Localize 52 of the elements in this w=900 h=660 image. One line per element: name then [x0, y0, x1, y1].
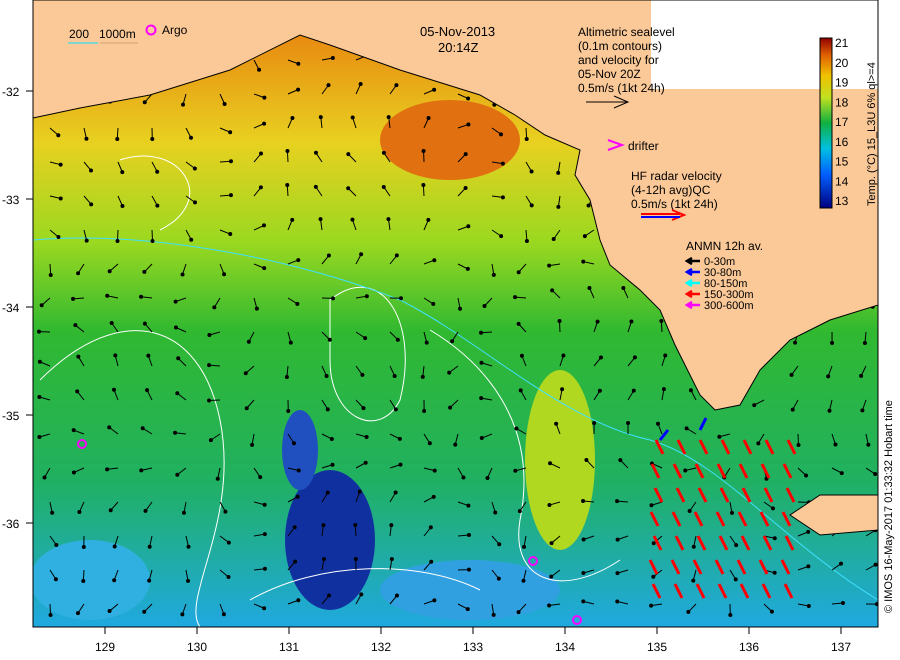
colorbar-tick-label: 20: [835, 56, 848, 70]
colorbar-tick-label: 15: [835, 154, 848, 168]
colorbar-tick-label: 14: [835, 174, 848, 188]
latitude-tick-label: -35: [2, 409, 20, 423]
depth-range-label: 30-80m: [704, 267, 742, 279]
longitude-tick-label: 129: [94, 640, 116, 654]
velocity-scale-arrow-icon: [586, 96, 630, 108]
altimetry-legend-text: and velocity for: [578, 53, 659, 67]
depth-range-label: 0-30m: [704, 256, 736, 268]
colorbar-tick-label: 21: [835, 36, 848, 50]
radar-legend-text: (4-12h avg)QC: [631, 183, 710, 197]
altimetry-legend-text: 05-Nov 20Z: [578, 67, 641, 81]
argo-marker-icon: [77, 439, 87, 449]
latitude-tick-label: -34: [2, 301, 20, 315]
drifter-label: drifter: [628, 139, 659, 153]
argo-marker-icon: [528, 556, 538, 566]
colorbar-tick-label: 16: [835, 134, 848, 149]
altimetry-legend-text: (0.1m contours): [578, 39, 662, 53]
colorbar-tick-label: 19: [835, 76, 848, 90]
latitude-tick-label: -33: [2, 193, 20, 207]
latitude-tick-label: -32: [2, 85, 20, 99]
credit-text: © IMOS 16-May-2017 01:33:32 Hobart time: [883, 400, 895, 613]
altimetry-legend-text: 0.5m/s (1kt 24h): [578, 81, 665, 95]
colorbar-tick-label: 13: [835, 194, 848, 208]
argo-legend-icon: [146, 24, 156, 36]
longitude-tick-label: 131: [278, 640, 300, 654]
longitude-tick-label: 136: [738, 640, 760, 654]
argo-label: Argo: [162, 23, 188, 37]
map-date: 05-Nov-2013: [420, 24, 496, 39]
radar-legend-text: HF radar velocity: [631, 169, 722, 183]
longitude-tick-label: 132: [370, 640, 392, 654]
drifter-icon: [608, 139, 625, 151]
colorbar-tick-label: 17: [835, 115, 848, 129]
depth-range-label: 80-150m: [704, 278, 748, 290]
colorbar-tick-label: 18: [835, 95, 848, 110]
depth-range-label: 150-300m: [704, 289, 754, 301]
argo-marker-icon: [572, 615, 582, 625]
radar-legend-text: 0.5m/s (1kt 24h): [631, 197, 718, 211]
longitude-tick-label: 133: [462, 640, 484, 654]
map-time: 20:14Z: [438, 40, 478, 55]
depth-scale-label: 200: [69, 27, 90, 41]
anmn-legend-title: ANMN 12h av.: [686, 239, 764, 253]
longitude-tick-label: 134: [554, 640, 576, 654]
longitude-tick-label: 135: [646, 640, 668, 654]
altimetry-legend-text: Altimetric sealevel: [578, 25, 675, 39]
depth-scale-label: 1000m: [99, 27, 136, 41]
longitude-tick-label: 130: [186, 640, 208, 654]
colorbar-label: Temp. (°C) 15_L3U 6% ql>=4: [866, 62, 878, 206]
radar-scale-arrow-icon: [640, 209, 687, 221]
depth-range-label: 300-600m: [704, 300, 754, 312]
latitude-tick-label: -36: [2, 517, 20, 531]
longitude-tick-label: 137: [830, 640, 852, 654]
